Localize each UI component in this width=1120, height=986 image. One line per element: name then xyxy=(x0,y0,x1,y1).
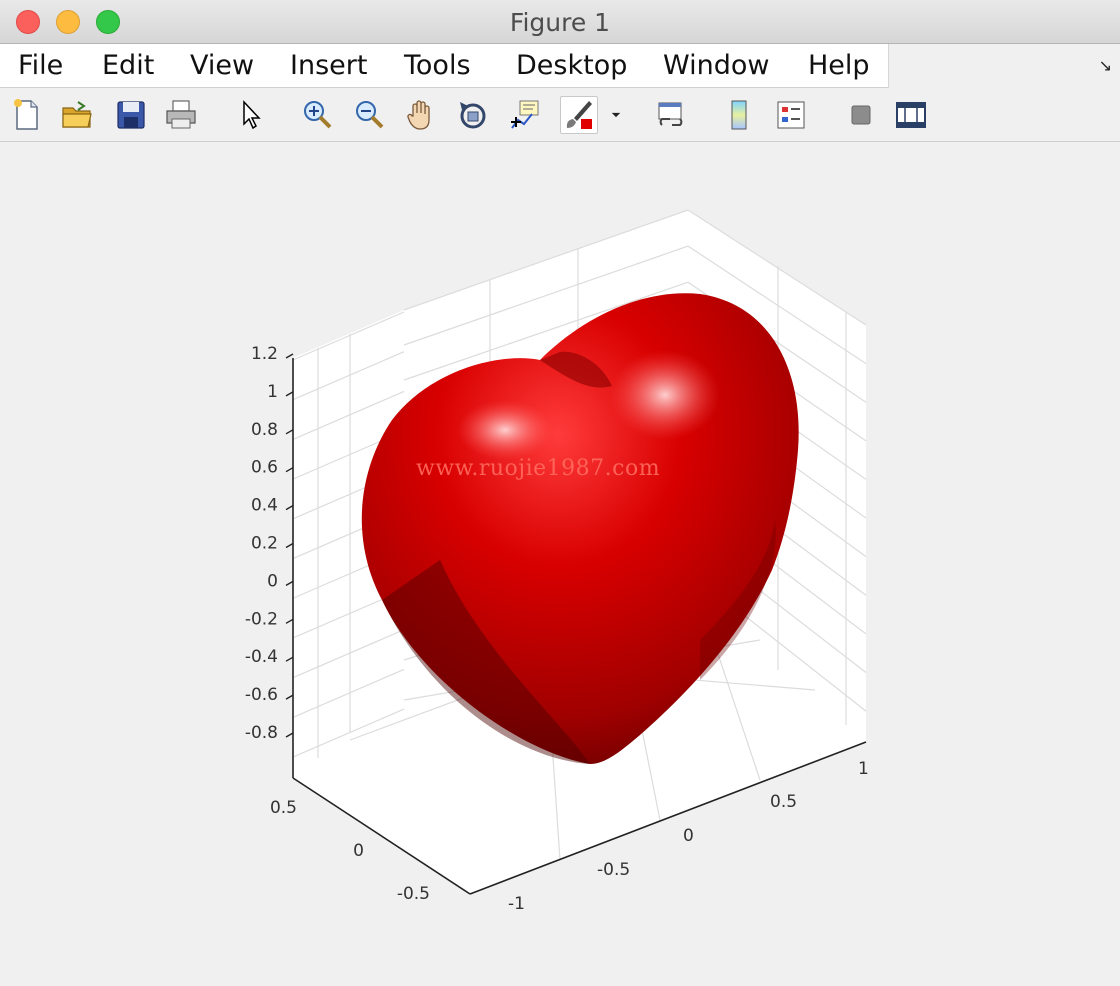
z-tick-mark xyxy=(285,504,294,511)
z-tick-label: 0.2 xyxy=(251,534,278,554)
link-plot-icon[interactable] xyxy=(652,96,690,134)
menu-insert[interactable]: Insert xyxy=(290,50,367,81)
menu-file[interactable]: File xyxy=(18,50,63,81)
z-tick-mark xyxy=(285,580,294,587)
show-plot-tools-icon[interactable] xyxy=(892,96,930,134)
menu-window[interactable]: Window xyxy=(663,50,769,81)
z-tick-mark xyxy=(285,353,294,359)
data-cursor-icon[interactable] xyxy=(506,96,544,134)
z-tick-mark xyxy=(285,429,294,435)
z-tick-mark xyxy=(285,391,294,397)
menu-bar-filler xyxy=(888,44,1120,88)
z-axis-ticks: 1.2 1 0.8 0.6 0.4 0.2 0 -0.2 -0.4 -0.6 -0.8 xyxy=(245,344,294,743)
pan-hand-icon[interactable] xyxy=(402,96,440,134)
z-tick-label: 1 xyxy=(267,382,278,402)
z-tick-mark xyxy=(285,694,294,700)
window-title: Figure 1 xyxy=(509,8,611,37)
x-tick-label: 1 xyxy=(858,759,869,779)
y-tick-label: 0 xyxy=(353,841,364,861)
menu-bar: File Edit View Insert Tools Desktop Wind… xyxy=(0,44,1120,88)
z-tick-label: -0.2 xyxy=(245,609,278,629)
edit-plot-pointer-icon[interactable] xyxy=(232,96,270,134)
z-tick-label: 0.6 xyxy=(251,458,278,478)
z-tick-label: -0.4 xyxy=(245,647,278,667)
x-tick-label: -1 xyxy=(508,894,525,914)
z-tick-label: 0.8 xyxy=(251,420,278,440)
brush-icon[interactable] xyxy=(560,96,598,134)
z-tick-label: 0.4 xyxy=(251,496,278,516)
hide-plot-tools-icon[interactable] xyxy=(842,96,880,134)
y-tick-label: 0.5 xyxy=(270,798,297,818)
menu-edit[interactable]: Edit xyxy=(102,50,154,81)
menu-help[interactable]: Help xyxy=(808,50,870,81)
brush-dropdown-icon[interactable] xyxy=(604,96,628,134)
z-tick-label: 1.2 xyxy=(251,344,278,364)
new-figure-icon[interactable] xyxy=(8,96,46,134)
z-tick-mark xyxy=(285,542,294,549)
dock-arrow-icon[interactable]: ↘ xyxy=(1099,56,1112,75)
zoom-out-icon[interactable] xyxy=(350,96,388,134)
x-tick-label: 0.5 xyxy=(770,792,797,812)
menu-tools[interactable]: Tools xyxy=(404,50,471,81)
insert-colorbar-icon[interactable] xyxy=(720,96,758,134)
print-icon[interactable] xyxy=(162,96,200,134)
z-tick-mark xyxy=(285,732,294,738)
figure-toolbar xyxy=(0,88,1120,142)
insert-legend-icon[interactable] xyxy=(772,96,810,134)
rotate-3d-icon[interactable] xyxy=(454,96,492,134)
save-icon[interactable] xyxy=(112,96,150,134)
z-tick-label: -0.6 xyxy=(245,685,278,705)
zoom-in-icon[interactable] xyxy=(298,96,336,134)
x-tick-label: -0.5 xyxy=(597,860,630,880)
z-tick-mark xyxy=(285,467,294,473)
y-tick-label: -0.5 xyxy=(397,884,430,904)
z-tick-label: -0.8 xyxy=(245,723,278,743)
x-tick-label: 0 xyxy=(683,826,694,846)
z-tick-label: 0 xyxy=(267,571,278,591)
z-tick-mark xyxy=(285,656,294,662)
open-file-icon[interactable] xyxy=(58,96,96,134)
menu-view[interactable]: View xyxy=(190,50,254,81)
watermark-text: www.ruojie1987.com xyxy=(416,456,661,481)
menu-desktop[interactable]: Desktop xyxy=(516,50,627,81)
window-titlebar: Figure 1 xyxy=(0,0,1120,44)
figure-canvas[interactable]: 1.2 1 0.8 0.6 0.4 0.2 0 -0.2 -0.4 -0.6 -0.8 0.5 0 -0… xyxy=(0,142,1120,986)
axes-3d[interactable]: 1.2 1 0.8 0.6 0.4 0.2 0 -0.2 -0.4 -0.6 -0.8 0.5 0 -0… xyxy=(0,142,1120,986)
z-tick-mark xyxy=(285,618,294,624)
